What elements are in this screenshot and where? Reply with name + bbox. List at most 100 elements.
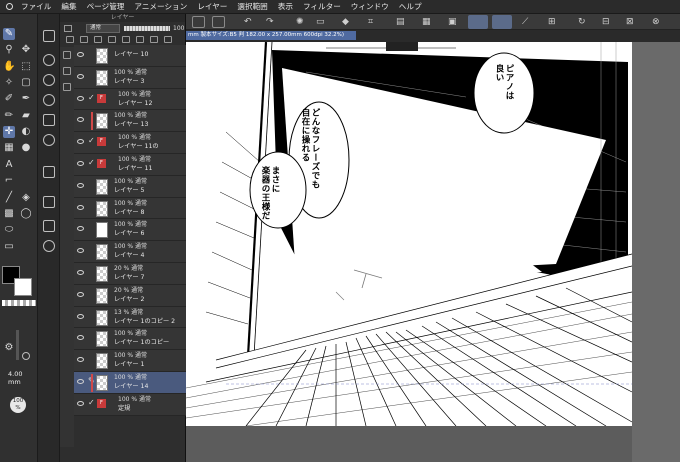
eye-icon[interactable]: [77, 182, 84, 188]
undo-icon[interactable]: ↶: [244, 15, 252, 29]
layer-tool-icon[interactable]: [63, 51, 71, 59]
sub-tool-icon[interactable]: [43, 30, 55, 42]
menu-help[interactable]: ヘルプ: [399, 0, 422, 14]
new-layer-icon[interactable]: [66, 36, 74, 43]
open-icon[interactable]: [212, 16, 225, 28]
blend-icon[interactable]: ◐: [20, 126, 32, 138]
pen-icon[interactable]: ✎: [3, 28, 15, 40]
export-icon[interactable]: ▣: [448, 15, 457, 29]
crosshair-icon[interactable]: ✛: [3, 126, 15, 138]
color-wheel-icon[interactable]: [43, 74, 55, 86]
menu-view[interactable]: 表示: [278, 0, 293, 14]
eye-icon[interactable]: [77, 226, 84, 232]
layer-mask-icon[interactable]: [63, 67, 71, 75]
canvas-area[interactable]: ピアノは 良い どんなフレーズでも 自在に操れる まさに 楽器の王様だ: [186, 42, 680, 462]
grid-icon[interactable]: ▤: [396, 15, 405, 29]
eraser-icon[interactable]: ▰: [20, 110, 32, 122]
layer-ruler-icon[interactable]: [63, 83, 71, 91]
redo-icon[interactable]: ↷: [266, 15, 274, 29]
clip-layer-icon[interactable]: [136, 36, 144, 43]
navigator-icon[interactable]: [43, 114, 55, 126]
text-icon[interactable]: A: [3, 159, 15, 171]
app-logo-icon[interactable]: [6, 3, 13, 10]
frame-icon[interactable]: ▦: [3, 142, 15, 154]
check-icon[interactable]: ✓: [88, 158, 95, 167]
layer-row[interactable]: 100 % 通常 レイヤー 3: [74, 66, 186, 89]
bucket-icon[interactable]: ◈: [20, 192, 32, 204]
layer-property-icon[interactable]: [43, 220, 55, 232]
eye-icon[interactable]: [77, 357, 84, 363]
menu-edit[interactable]: 編集: [61, 0, 76, 14]
layer-row[interactable]: 20 % 通常 レイヤー 7: [74, 262, 186, 285]
marquee-icon[interactable]: ▢: [20, 77, 32, 89]
menu-file[interactable]: ファイル: [21, 0, 51, 14]
close-icon[interactable]: ⊗: [652, 15, 660, 29]
background-color-swatch[interactable]: [14, 278, 32, 296]
eye-icon[interactable]: [77, 52, 84, 57]
menu-window[interactable]: ウィンドウ: [351, 0, 389, 14]
ruler-icon[interactable]: ⌐: [3, 175, 15, 187]
eyedropper-icon[interactable]: ✐: [3, 93, 15, 105]
select-icon[interactable]: ⬚: [20, 61, 32, 73]
layer-row[interactable]: ✓ F 100 % 通常 レイヤー 11: [74, 153, 186, 176]
ruler-snap-icon[interactable]: [468, 15, 488, 29]
shape-icon[interactable]: ⬭: [3, 224, 15, 236]
eye-icon[interactable]: [77, 378, 84, 384]
manga-page[interactable]: ピアノは 良い どんなフレーズでも 自在に操れる まさに 楽器の王様だ: [186, 42, 632, 426]
check-icon[interactable]: ✓: [88, 93, 95, 102]
special-ruler-icon[interactable]: [492, 15, 512, 29]
canvas-info-tab[interactable]: mm 製本サイズ:B5 判 182.00 x 257.00mm 600dpi 3…: [186, 31, 356, 40]
blend-mode-select[interactable]: 通常: [86, 23, 120, 33]
eye-icon[interactable]: [77, 139, 84, 145]
pen-nib-icon[interactable]: ✒: [20, 93, 32, 105]
brush-size-icon[interactable]: [43, 54, 55, 66]
lasso-icon[interactable]: ◯: [20, 208, 32, 220]
eye-icon[interactable]: [77, 204, 84, 210]
eye-icon[interactable]: [77, 73, 84, 79]
search-layer-icon[interactable]: [43, 240, 55, 252]
layer-row[interactable]: 100 % 通常 レイヤー 8: [74, 197, 186, 220]
line-icon[interactable]: ╱: [3, 192, 15, 204]
layer-row[interactable]: 20 % 通常 レイヤー 2: [74, 284, 186, 307]
color-set-icon[interactable]: [43, 94, 55, 106]
menu-selection[interactable]: 選択範囲: [237, 0, 267, 14]
brush-icon[interactable]: ✏: [3, 110, 15, 122]
opacity-readout[interactable]: 100 %: [10, 397, 26, 413]
hand-icon[interactable]: ✋: [3, 61, 15, 73]
eye-icon[interactable]: [77, 248, 84, 254]
snap-icon[interactable]: ✺: [296, 15, 304, 29]
layout-icon[interactable]: ▦: [422, 15, 431, 29]
reference-icon[interactable]: ⊟: [602, 15, 610, 29]
layer-row[interactable]: レイヤー 10: [74, 45, 186, 67]
menu-page[interactable]: ページ管理: [87, 0, 125, 14]
transform-icon[interactable]: ▭: [316, 15, 325, 29]
transparent-color-swatch[interactable]: [2, 300, 36, 306]
menu-filter[interactable]: フィルター: [303, 0, 341, 14]
eye-icon[interactable]: [77, 313, 84, 319]
gradient-icon[interactable]: ▩: [3, 208, 15, 220]
layer-palette-icon[interactable]: [43, 196, 55, 208]
lock-icon[interactable]: ⊠: [626, 15, 634, 29]
material-icon[interactable]: [43, 166, 55, 178]
new-vector-layer-icon[interactable]: [80, 36, 88, 43]
eye-icon[interactable]: [77, 291, 84, 297]
eye-icon[interactable]: [77, 160, 84, 166]
layer-row[interactable]: 100 % 通常 レイヤー 13: [74, 110, 186, 133]
ref-layer-icon[interactable]: [150, 36, 158, 43]
lock-layer-icon[interactable]: [122, 36, 130, 43]
eye-icon[interactable]: [77, 400, 84, 406]
new-icon[interactable]: [192, 16, 205, 28]
settings-icon[interactable]: ⚙: [3, 342, 15, 354]
eye-icon[interactable]: [77, 117, 84, 123]
delete-layer-icon[interactable]: [164, 36, 172, 43]
move-icon[interactable]: ✥: [20, 44, 32, 56]
layer-row[interactable]: 100 % 通常 レイヤー 5: [74, 175, 186, 198]
check-icon[interactable]: ✓: [88, 398, 95, 407]
crop-icon[interactable]: ⌗: [368, 15, 373, 29]
wand-icon[interactable]: ✧: [3, 77, 15, 89]
fill-icon[interactable]: ◆: [342, 15, 349, 29]
eye-icon[interactable]: [77, 269, 84, 275]
layer-row[interactable]: 100 % 通常 レイヤー 1のコピー: [74, 328, 186, 351]
symmetry-icon[interactable]: ⊞: [548, 15, 556, 29]
layer-row[interactable]: ✓ F 100 % 通常 レイヤー 12: [74, 88, 186, 111]
